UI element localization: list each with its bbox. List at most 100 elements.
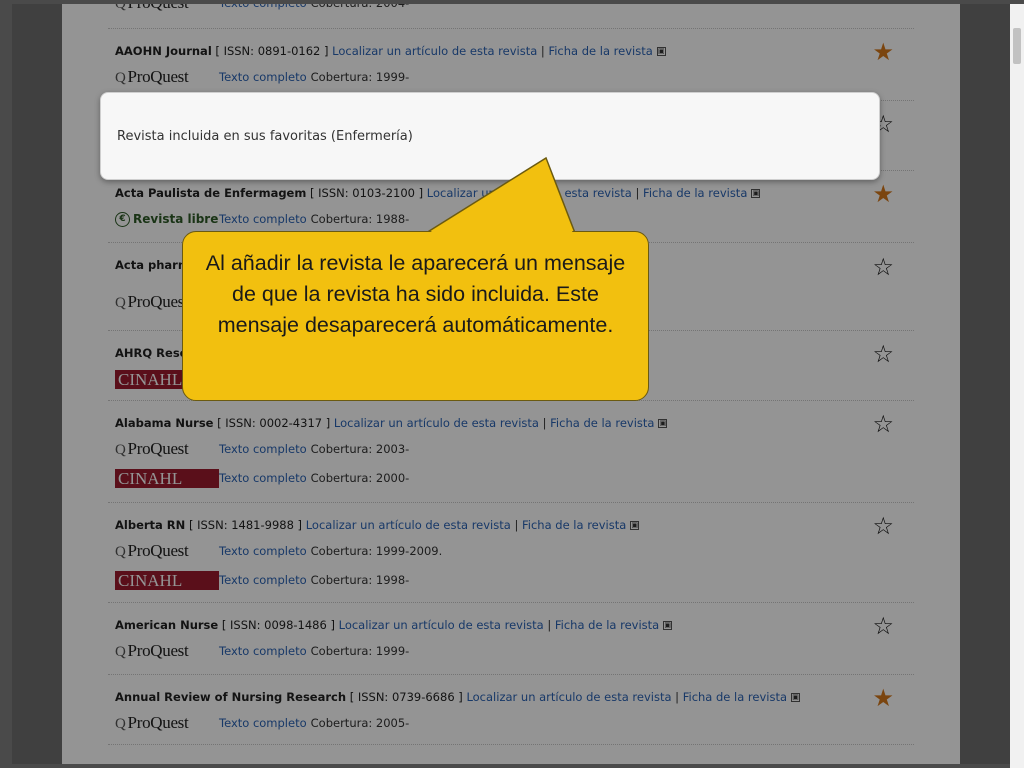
journal-record-link[interactable]: Ficha de la revista xyxy=(550,416,654,430)
source-row: CINAHL Texto completo Cobertura: 2000- xyxy=(115,468,409,488)
journal-title[interactable]: Alberta RN xyxy=(115,518,185,532)
journal-record-link[interactable]: Ficha de la revista xyxy=(555,618,659,632)
favorite-star-empty-icon[interactable]: ☆ xyxy=(872,255,894,279)
proquest-q-icon: Q xyxy=(115,70,126,86)
full-text-link[interactable]: Texto completo xyxy=(219,442,307,456)
full-text-link[interactable]: Texto completo xyxy=(219,544,307,558)
source-logo[interactable]: CINAHL xyxy=(115,570,219,590)
coverage-text: Cobertura: 1999- xyxy=(310,70,410,84)
source-logo[interactable]: QProQuest xyxy=(115,641,219,661)
locate-article-link[interactable]: Localizar un artículo de esta revista xyxy=(339,618,544,632)
revista-libre-logo: € Revista libre xyxy=(115,211,218,227)
full-text-link[interactable]: Texto completo xyxy=(219,70,307,84)
source-row: Q ProQuest Texto completo Cobertura: 1999-2… xyxy=(115,541,442,561)
journal-record-link[interactable]: Ficha de la revista xyxy=(683,690,787,704)
journal-title-line: American Nurse [ ISSN: 0098-1486 ] Local… xyxy=(115,618,673,632)
source-logo[interactable]: QProQuest xyxy=(115,4,219,13)
proquest-logo-text: ProQuest xyxy=(127,292,189,311)
locate-article-link[interactable]: Localizar un artículo de esta revista xyxy=(306,518,511,532)
journal-title-line: Acta Paulista de Enfermagem [ ISSN: 0103… xyxy=(115,186,761,200)
source-row: € Revista libre Texto completo Cobertura: 1… xyxy=(115,209,409,229)
favorite-star-empty-icon[interactable]: ☆ xyxy=(872,614,894,638)
proquest-q-icon: Q xyxy=(115,544,126,560)
journal-title-line: Alberta RN [ ISSN: 1481-9988 ] Localizar… xyxy=(115,518,640,532)
proquest-logo-text: ProQuest xyxy=(127,641,189,660)
source-row: Q ProQuest Texto completo Cobertura: 2003- xyxy=(115,439,409,459)
full-text-link[interactable]: Texto completo xyxy=(219,471,307,485)
locate-article-link[interactable]: Localizar un artículo de esta revista xyxy=(332,44,537,58)
source-logo[interactable]: CINAHL xyxy=(115,468,219,488)
journal-title-line: Alabama Nurse [ ISSN: 0002-4317 ] Locali… xyxy=(115,416,668,430)
ficha-icon[interactable]: ▣ xyxy=(663,621,673,630)
journal-issn: [ ISSN: 0739-6686 ] xyxy=(349,690,463,704)
source-row: Q ProQuest Texto completo Cobertura: 1999- xyxy=(115,641,409,661)
journal-record-link[interactable]: Ficha de la revista xyxy=(522,518,626,532)
link-separator: | xyxy=(631,186,644,200)
journal-record-link[interactable]: Ficha de la revista xyxy=(548,44,652,58)
locate-article-link[interactable]: Localizar un artículo de esta revista xyxy=(427,186,632,200)
favorite-star-filled-icon[interactable]: ★ xyxy=(872,686,894,710)
source-logo[interactable]: € Revista libre xyxy=(115,211,219,227)
proquest-q-icon: Q xyxy=(115,644,126,660)
journal-entry: Annual Review of Nursing Research [ ISSN… xyxy=(108,675,914,745)
full-text-link[interactable]: Texto completo xyxy=(219,644,307,658)
locate-article-link[interactable]: Localizar un artículo de esta revista xyxy=(334,416,539,430)
source-logo[interactable]: QProQuest xyxy=(115,439,219,459)
journal-title[interactable]: Alabama Nurse xyxy=(115,416,213,430)
proquest-q-icon: Q xyxy=(115,4,126,12)
source-logo[interactable]: QProQuest xyxy=(115,67,219,87)
journal-title[interactable]: AAOHN Journal xyxy=(115,44,212,58)
coverage-text: Cobertura: 2000- xyxy=(310,471,410,485)
callout-text: Al añadir la revista le aparecerá un men… xyxy=(205,251,626,337)
journal-title[interactable]: Annual Review of Nursing Research xyxy=(115,690,346,704)
proquest-logo: QProQuest xyxy=(115,641,189,661)
full-text-link[interactable]: Texto completo xyxy=(219,716,307,730)
source-row: Q ProQuest Texto completo Cobertura: 1999- xyxy=(115,67,409,87)
journal-entry: Alberta RN [ ISSN: 1481-9988 ] Localizar… xyxy=(108,503,914,603)
full-text-link[interactable]: Texto completo xyxy=(219,573,307,587)
scrollbar-track[interactable] xyxy=(1010,4,1024,768)
cinahl-logo: CINAHL xyxy=(115,570,219,590)
tutorial-callout: Al añadir la revista le aparecerá un men… xyxy=(182,231,649,401)
journal-title[interactable]: American Nurse xyxy=(115,618,218,632)
proquest-logo: QProQuest xyxy=(115,67,189,87)
journal-title[interactable]: Acta Paulista de Enfermagem xyxy=(115,186,306,200)
coverage-text: Cobertura: 1999- xyxy=(310,644,410,658)
ficha-icon[interactable]: ▣ xyxy=(791,693,801,702)
journal-entry: QProQuestTexto completoCobertura: 2004-★ xyxy=(108,4,914,29)
favorite-star-empty-icon[interactable]: ☆ xyxy=(872,514,894,538)
journal-issn: [ ISSN: 0891-0162 ] xyxy=(215,44,329,58)
full-text-link[interactable]: Texto completo xyxy=(219,212,307,226)
favorite-star-filled-icon[interactable]: ★ xyxy=(872,182,894,206)
proquest-logo-text: ProQuest xyxy=(127,439,189,458)
favorite-star-empty-icon[interactable]: ☆ xyxy=(872,412,894,436)
coverage-text: Cobertura: 1988- xyxy=(310,212,410,226)
favorite-star-filled-icon[interactable]: ★ xyxy=(872,40,894,64)
journal-record-link[interactable]: Ficha de la revista xyxy=(643,186,747,200)
source-row: QProQuest Texto completo Cobertura: 2004- xyxy=(115,4,409,13)
source-logo[interactable]: QProQuest xyxy=(115,713,219,733)
scrollbar-thumb[interactable] xyxy=(1013,28,1021,64)
toast-message: Revista incluida en sus favoritas (Enfer… xyxy=(117,129,413,144)
proquest-logo-text: ProQuest xyxy=(127,713,189,732)
proquest-logo-text: ProQuest xyxy=(127,541,189,560)
ficha-icon[interactable]: ▣ xyxy=(630,521,640,530)
journal-title-line: AAOHN Journal [ ISSN: 0891-0162 ] Locali… xyxy=(115,44,666,58)
proquest-logo-text: ProQuest xyxy=(128,4,189,12)
journal-issn: [ ISSN: 0002-4317 ] xyxy=(217,416,331,430)
journal-issn: [ ISSN: 0098-1486 ] xyxy=(221,618,335,632)
favorite-toast: Revista incluida en sus favoritas (Enfer… xyxy=(100,92,880,180)
coverage-text: Cobertura: 1999-2009. xyxy=(310,544,443,558)
ficha-icon[interactable]: ▣ xyxy=(658,419,668,428)
full-text-link[interactable]: Texto completo xyxy=(219,4,307,10)
proquest-logo: QProQuest xyxy=(115,292,189,312)
locate-article-link[interactable]: Localizar un artículo de esta revista xyxy=(466,690,671,704)
journal-issn: [ ISSN: 1481-9988 ] xyxy=(188,518,303,532)
coverage-text: Cobertura: 2004- xyxy=(311,4,410,10)
favorite-star-empty-icon[interactable]: ☆ xyxy=(872,342,894,366)
ficha-icon[interactable]: ▣ xyxy=(751,189,761,198)
ficha-icon[interactable]: ▣ xyxy=(656,47,666,56)
source-logo[interactable]: QProQuest xyxy=(115,541,219,561)
proquest-logo: QProQuest xyxy=(115,439,189,459)
journal-entry: Alabama Nurse [ ISSN: 0002-4317 ] Locali… xyxy=(108,401,914,503)
